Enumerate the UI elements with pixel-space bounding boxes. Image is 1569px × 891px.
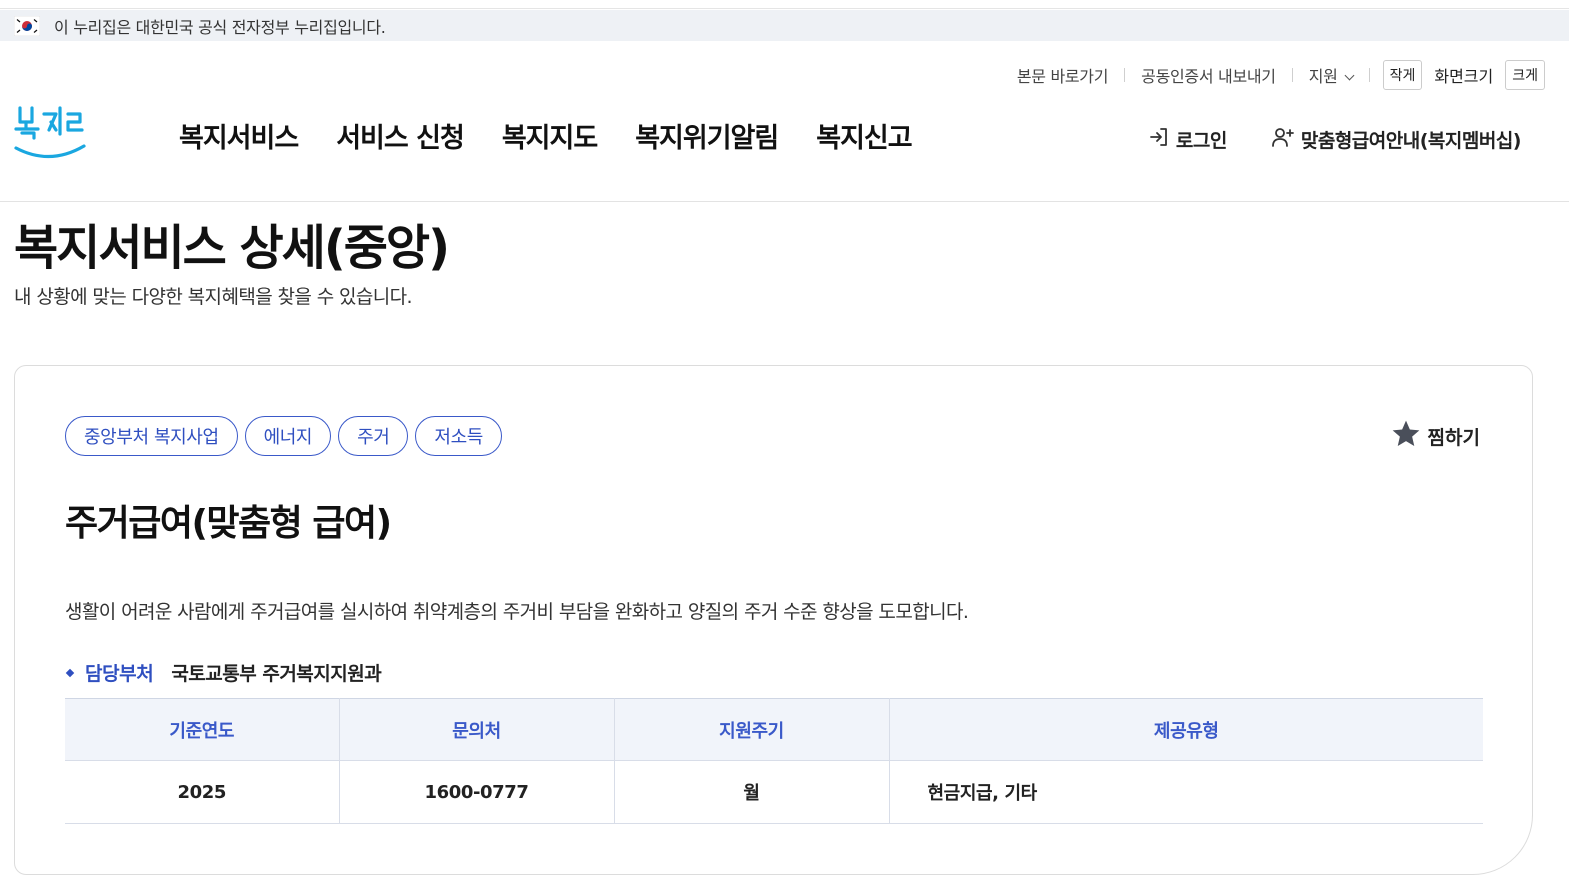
star-icon [1390, 418, 1422, 455]
cell-base-year: 2025 [65, 760, 340, 824]
department-info: 담당부처 국토교통부 주거복지지원과 [65, 659, 382, 686]
support-dropdown[interactable]: 지원 [1293, 63, 1369, 87]
membership-label: 맞춤형급여안내(복지멤버십) [1300, 130, 1522, 152]
korea-flag-icon [14, 15, 40, 36]
chevron-down-icon [1344, 70, 1355, 81]
nav-welfare-services[interactable]: 복지서비스 [179, 116, 299, 155]
skip-to-content-link[interactable]: 본문 바로가기 [1001, 63, 1124, 87]
cell-support-cycle: 월 [614, 760, 890, 824]
main-nav: 복지서비스 서비스 신청 복지지도 복지위기알림 복지신고 [179, 116, 913, 155]
gov-banner-text: 이 누리집은 대한민국 공식 전자정부 누리집입니다. [54, 17, 386, 37]
page-title: 복지서비스 상세(중앙) [14, 220, 450, 276]
utility-bar: 본문 바로가기 공동인증서 내보내기 지원 작게 화면크기 크게 [1001, 60, 1569, 90]
service-detail-card: 중앙부처 복지사업 에너지 주거 저소득 찜하기 주거급여(맞춤형 급여) 생활… [14, 365, 1533, 875]
nav-service-apply[interactable]: 서비스 신청 [336, 116, 465, 155]
favorite-button[interactable]: 찜하기 [1390, 418, 1480, 455]
tag-low-income[interactable]: 저소득 [415, 416, 502, 456]
support-label: 지원 [1308, 67, 1338, 86]
favorite-label: 찜하기 [1427, 427, 1480, 449]
department-label: 담당부처 [85, 663, 154, 685]
page-description: 내 상황에 맞는 다양한 복지혜택을 찾을 수 있습니다. [14, 286, 413, 308]
login-icon [1148, 126, 1170, 153]
login-label: 로그인 [1175, 130, 1227, 152]
divider [1368, 68, 1370, 82]
login-button[interactable]: 로그인 [1148, 126, 1227, 153]
nav-welfare-report[interactable]: 복지신고 [816, 116, 912, 155]
cert-export-link[interactable]: 공동인증서 내보내기 [1125, 63, 1292, 87]
header-provision-type: 제공유형 [889, 698, 1483, 761]
top-edge [0, 0, 1569, 9]
table-row: 2025 1600-0777 월 현금지급, 기타 [65, 760, 1483, 824]
user-add-icon [1271, 126, 1295, 153]
header-base-year: 기준연도 [65, 698, 340, 761]
bullet-diamond-icon [65, 668, 75, 677]
department-value: 국토교통부 주거복지지원과 [171, 663, 382, 685]
font-smaller-button[interactable]: 작게 [1382, 60, 1423, 90]
font-larger-button[interactable]: 크게 [1505, 60, 1545, 90]
header-support-cycle: 지원주기 [614, 698, 890, 761]
bokjiro-logo[interactable] [12, 100, 90, 168]
nav-crisis-alert[interactable]: 복지위기알림 [635, 116, 779, 155]
service-description: 생활이 어려운 사람에게 주거급여를 실시하여 취약계층의 주거비 부담을 완화… [65, 601, 969, 623]
tag-central-ministry[interactable]: 중앙부처 복지사업 [65, 416, 238, 456]
gov-banner: 이 누리집은 대한민국 공식 전자정부 누리집입니다. [0, 10, 1569, 41]
auth-menu: 로그인 맞춤형급여안내(복지멤버십) [1148, 126, 1522, 153]
header-divider [0, 201, 1569, 202]
service-title: 주거급여(맞춤형 급여) [65, 503, 392, 544]
screen-size-label: 화면크기 [1434, 67, 1494, 86]
cell-provision-type: 현금지급, 기타 [889, 760, 1483, 824]
table-header-row: 기준연도 문의처 지원주기 제공유형 [65, 698, 1483, 761]
tag-housing[interactable]: 주거 [338, 416, 409, 456]
nav-welfare-map[interactable]: 복지지도 [502, 116, 598, 155]
service-tags: 중앙부처 복지사업 에너지 주거 저소득 [65, 416, 502, 456]
service-info-table: 기준연도 문의처 지원주기 제공유형 2025 1600-0777 월 현금지급… [65, 698, 1483, 824]
cell-contact: 1600-0777 [339, 760, 615, 824]
header-contact: 문의처 [339, 698, 615, 761]
tag-energy[interactable]: 에너지 [244, 416, 332, 456]
membership-link[interactable]: 맞춤형급여안내(복지멤버십) [1271, 126, 1522, 153]
